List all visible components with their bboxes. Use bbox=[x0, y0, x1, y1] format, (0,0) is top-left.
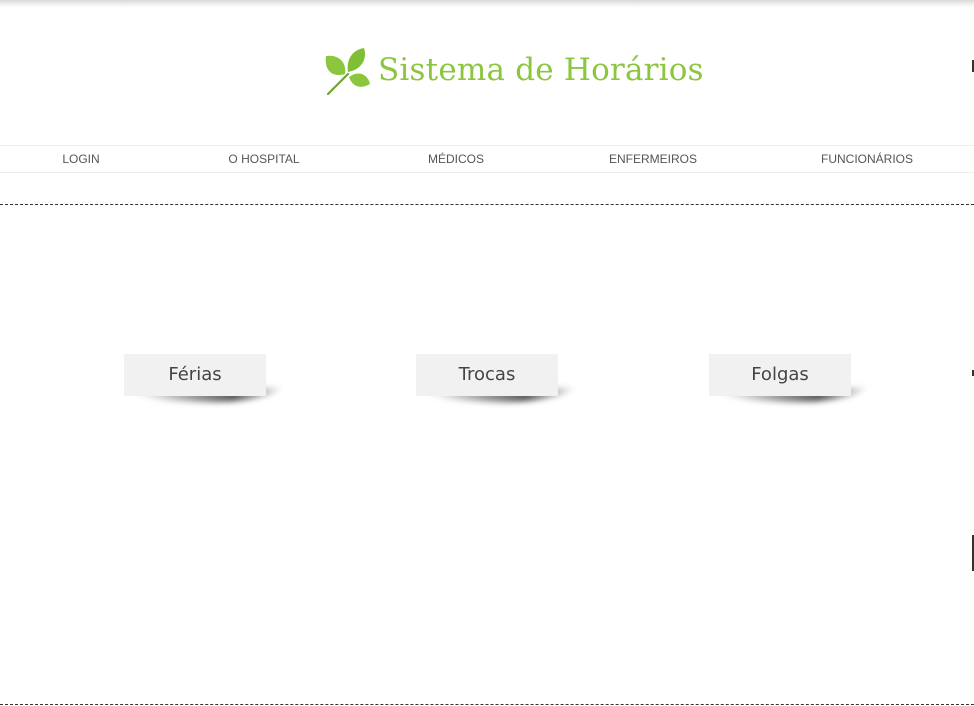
ferias-button[interactable]: Férias bbox=[124, 354, 266, 396]
content-top-divider bbox=[0, 204, 974, 205]
site-logo[interactable]: Sistema de Horários bbox=[322, 44, 704, 96]
nav-item-enfermeiros[interactable]: ENFERMEIROS bbox=[609, 146, 697, 172]
leaf-icon bbox=[322, 44, 372, 96]
nav-item-medicos[interactable]: MÉDICOS bbox=[428, 146, 484, 172]
nav-item-login[interactable]: LOGIN bbox=[62, 146, 99, 172]
folgas-button[interactable]: Folgas bbox=[709, 354, 851, 396]
nav-item-o-hospital[interactable]: O HOSPITAL bbox=[228, 146, 299, 172]
trocas-button[interactable]: Trocas bbox=[416, 354, 558, 396]
trocas-card[interactable]: Trocas bbox=[416, 354, 576, 402]
site-title: Sistema de Horários bbox=[378, 52, 704, 88]
nav-item-funcionarios[interactable]: FUNCIONÁRIOS bbox=[821, 146, 913, 172]
content-bottom-divider bbox=[0, 704, 974, 705]
ferias-card[interactable]: Férias bbox=[124, 354, 284, 402]
folgas-card[interactable]: Folgas bbox=[709, 354, 869, 402]
window-top-shadow bbox=[0, 0, 974, 8]
main-navigation: LOGIN O HOSPITAL MÉDICOS ENFERMEIROS FUN… bbox=[0, 145, 974, 173]
